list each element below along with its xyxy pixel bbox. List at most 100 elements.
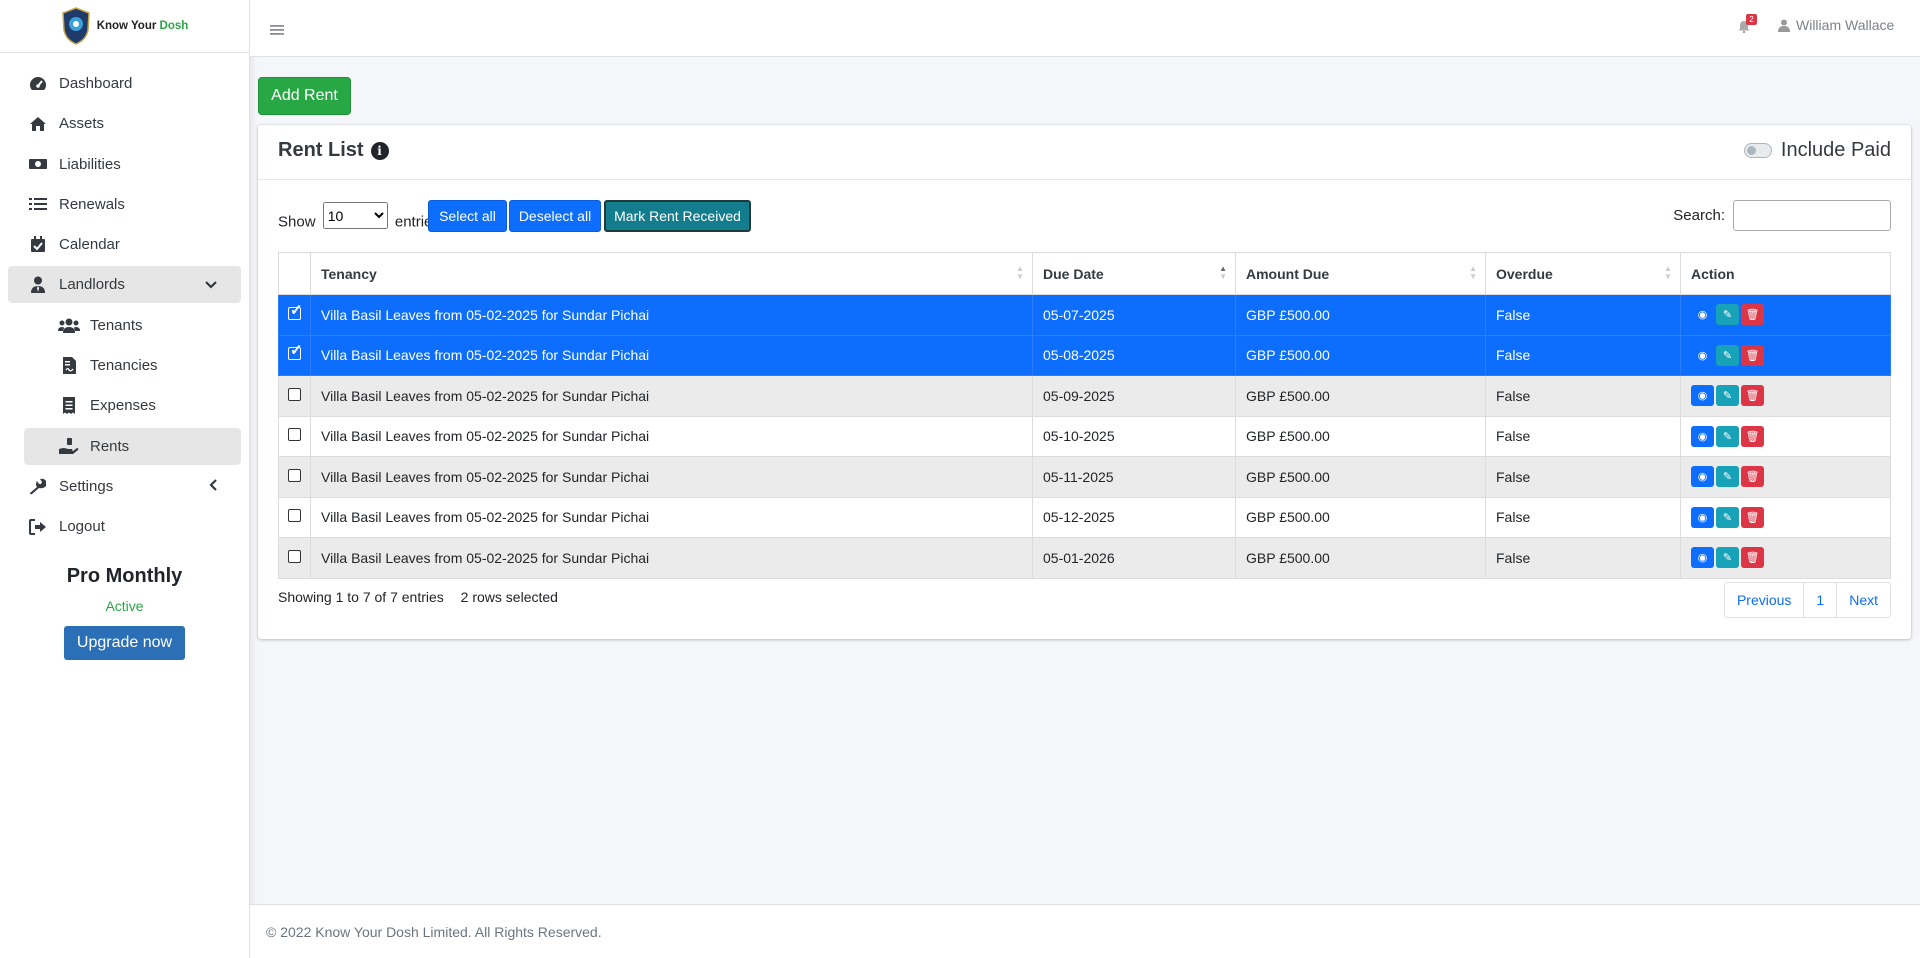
edit-icon[interactable]: ✎ <box>1716 344 1739 366</box>
table-row[interactable]: Villa Basil Leaves from 05-02-2025 for S… <box>278 415 1891 457</box>
delete-trash-icon[interactable]: 🗑 <box>1741 304 1764 326</box>
footer: © 2022 Know Your Dosh Limited. All Right… <box>250 904 1920 958</box>
column-header-overdue[interactable]: Overdue ▲ ▼ <box>1485 252 1681 295</box>
card-header: Rent List i Include Paid <box>258 125 1911 180</box>
delete-trash-icon[interactable]: 🗑 <box>1741 506 1764 528</box>
row-checkbox[interactable] <box>288 301 303 320</box>
delete-trash-icon[interactable]: 🗑 <box>1741 385 1764 407</box>
row-checkbox[interactable] <box>288 549 301 563</box>
rent-table: Tenancy ▲ ▼ Due Date ▲ ▼ Amount Due ▲ ▼ Overdu… <box>278 252 1891 579</box>
view-eye-icon[interactable]: ◉ <box>1691 506 1714 528</box>
list-icon <box>27 195 49 213</box>
delete-trash-icon[interactable]: 🗑 <box>1741 466 1764 488</box>
page-1-button[interactable]: 1 <box>1804 583 1838 617</box>
sidebar-item-label: Renewals <box>59 195 125 213</box>
row-checkbox[interactable] <box>288 509 301 523</box>
previous-page-button[interactable]: Previous <box>1725 583 1805 617</box>
edit-icon[interactable]: ✎ <box>1716 506 1739 528</box>
select-all-button[interactable]: Select all <box>428 200 507 232</box>
user-icon <box>1778 19 1790 32</box>
page-size-select[interactable]: 10 <box>322 202 388 229</box>
showing-entries-text: Showing 1 to 7 of 7 entries <box>278 589 444 605</box>
plan-status: Active <box>105 598 144 615</box>
amount-cell: GBP £500.00 <box>1235 375 1486 417</box>
sidebar-item-calendar[interactable]: Calendar <box>8 226 241 263</box>
view-eye-icon[interactable]: ◉ <box>1691 304 1714 326</box>
view-eye-icon[interactable]: ◉ <box>1691 385 1714 407</box>
sort-icon: ▲ ▼ <box>1469 264 1477 281</box>
notification-bell-icon[interactable]: 2 <box>1738 14 1757 37</box>
edit-icon[interactable]: ✎ <box>1716 385 1739 407</box>
add-rent-button[interactable]: Add Rent <box>258 77 351 115</box>
page-title: Rent List i <box>278 139 389 162</box>
due-date-cell: 05-10-2025 <box>1032 415 1236 457</box>
amount-cell: GBP £500.00 <box>1235 334 1486 376</box>
tenancy-cell: Villa Basil Leaves from 05-02-2025 for S… <box>310 496 1033 538</box>
sidebar-item-liabilities[interactable]: Liabilities <box>8 146 241 183</box>
row-checkbox[interactable] <box>288 341 303 361</box>
rent-list-card: Rent List i Include Paid Show 10 entries… <box>258 125 1911 639</box>
sidebar-item-expenses[interactable]: Expenses <box>24 387 241 424</box>
user-menu[interactable]: William Wallace <box>1778 17 1894 33</box>
table-row[interactable]: Villa Basil Leaves from 05-02-2025 for S… <box>278 375 1891 417</box>
table-row[interactable]: Villa Basil Leaves from 05-02-2025 for S… <box>278 294 1891 336</box>
include-paid-toggle[interactable] <box>1743 143 1772 158</box>
delete-trash-icon[interactable]: 🗑 <box>1741 547 1764 569</box>
edit-icon[interactable]: ✎ <box>1716 425 1739 447</box>
sidebar-item-assets[interactable]: Assets <box>8 105 241 142</box>
hamburger-menu-icon[interactable] <box>270 20 284 41</box>
user-tie-icon <box>27 276 49 294</box>
view-eye-icon[interactable]: ◉ <box>1691 547 1714 569</box>
row-checkbox[interactable] <box>288 468 301 482</box>
amount-cell: GBP £500.00 <box>1235 415 1486 457</box>
sidebar-item-label: Settings <box>59 477 114 495</box>
column-header-tenancy[interactable]: Tenancy ▲ ▼ <box>310 252 1033 295</box>
overdue-cell: False <box>1485 415 1681 457</box>
due-date-cell: 05-11-2025 <box>1032 456 1236 498</box>
sidebar-item-landlords[interactable]: Landlords <box>8 266 241 304</box>
user-name: William Wallace <box>1796 17 1895 33</box>
overdue-cell: False <box>1485 294 1681 336</box>
sidebar-item-renewals[interactable]: Renewals <box>8 186 241 223</box>
sidebar-item-dashboard[interactable]: Dashboard <box>8 65 241 102</box>
sidebar-item-label: Tenants <box>90 316 143 334</box>
view-eye-icon[interactable]: ◉ <box>1691 466 1714 488</box>
brand-logo[interactable]: Know Your Dosh <box>0 0 249 53</box>
table-row[interactable]: Villa Basil Leaves from 05-02-2025 for S… <box>278 456 1891 498</box>
select-column-header <box>278 252 311 295</box>
table-row[interactable]: Villa Basil Leaves from 05-02-2025 for S… <box>278 537 1891 579</box>
column-header-amount-due[interactable]: Amount Due ▲ ▼ <box>1235 252 1486 295</box>
search-input[interactable] <box>1733 200 1891 231</box>
upgrade-now-button[interactable]: Upgrade now <box>63 626 186 661</box>
sidebar-item-tenancies[interactable]: Tenancies <box>24 347 241 384</box>
sidebar-item-tenants[interactable]: Tenants <box>24 307 241 344</box>
view-eye-icon[interactable]: ◉ <box>1691 344 1714 366</box>
receipt-icon <box>58 397 80 415</box>
next-page-button[interactable]: Next <box>1837 583 1890 617</box>
tenancy-cell: Villa Basil Leaves from 05-02-2025 for S… <box>310 334 1033 376</box>
table-row[interactable]: Villa Basil Leaves from 05-02-2025 for S… <box>278 496 1891 538</box>
sidebar-item-logout[interactable]: Logout <box>8 508 241 545</box>
row-checkbox[interactable] <box>288 387 301 401</box>
sidebar-item-settings[interactable]: Settings <box>8 468 241 505</box>
sort-icon: ▲ ▼ <box>1664 264 1672 281</box>
view-eye-icon[interactable]: ◉ <box>1691 425 1714 447</box>
rows-selected-text: 2 rows selected <box>460 589 558 605</box>
info-icon[interactable]: i <box>370 141 389 160</box>
sidebar-item-label: Expenses <box>90 397 156 415</box>
column-header-action: Action <box>1680 252 1891 295</box>
sidebar-item-rents[interactable]: Rents <box>24 427 241 465</box>
row-checkbox[interactable] <box>288 428 301 442</box>
edit-icon[interactable]: ✎ <box>1716 466 1739 488</box>
delete-trash-icon[interactable]: 🗑 <box>1741 344 1764 366</box>
table-row[interactable]: Villa Basil Leaves from 05-02-2025 for S… <box>278 334 1891 376</box>
deselect-all-button[interactable]: Deselect all <box>509 200 601 232</box>
tenancy-cell: Villa Basil Leaves from 05-02-2025 for S… <box>310 415 1033 457</box>
edit-icon[interactable]: ✎ <box>1716 304 1739 326</box>
tenancy-cell: Villa Basil Leaves from 05-02-2025 for S… <box>310 375 1033 417</box>
mark-rent-received-button[interactable]: Mark Rent Received <box>604 200 751 232</box>
due-date-cell: 05-01-2026 <box>1032 537 1236 579</box>
column-header-due-date[interactable]: Due Date ▲ ▼ <box>1032 252 1236 295</box>
delete-trash-icon[interactable]: 🗑 <box>1741 425 1764 447</box>
edit-icon[interactable]: ✎ <box>1716 547 1739 569</box>
